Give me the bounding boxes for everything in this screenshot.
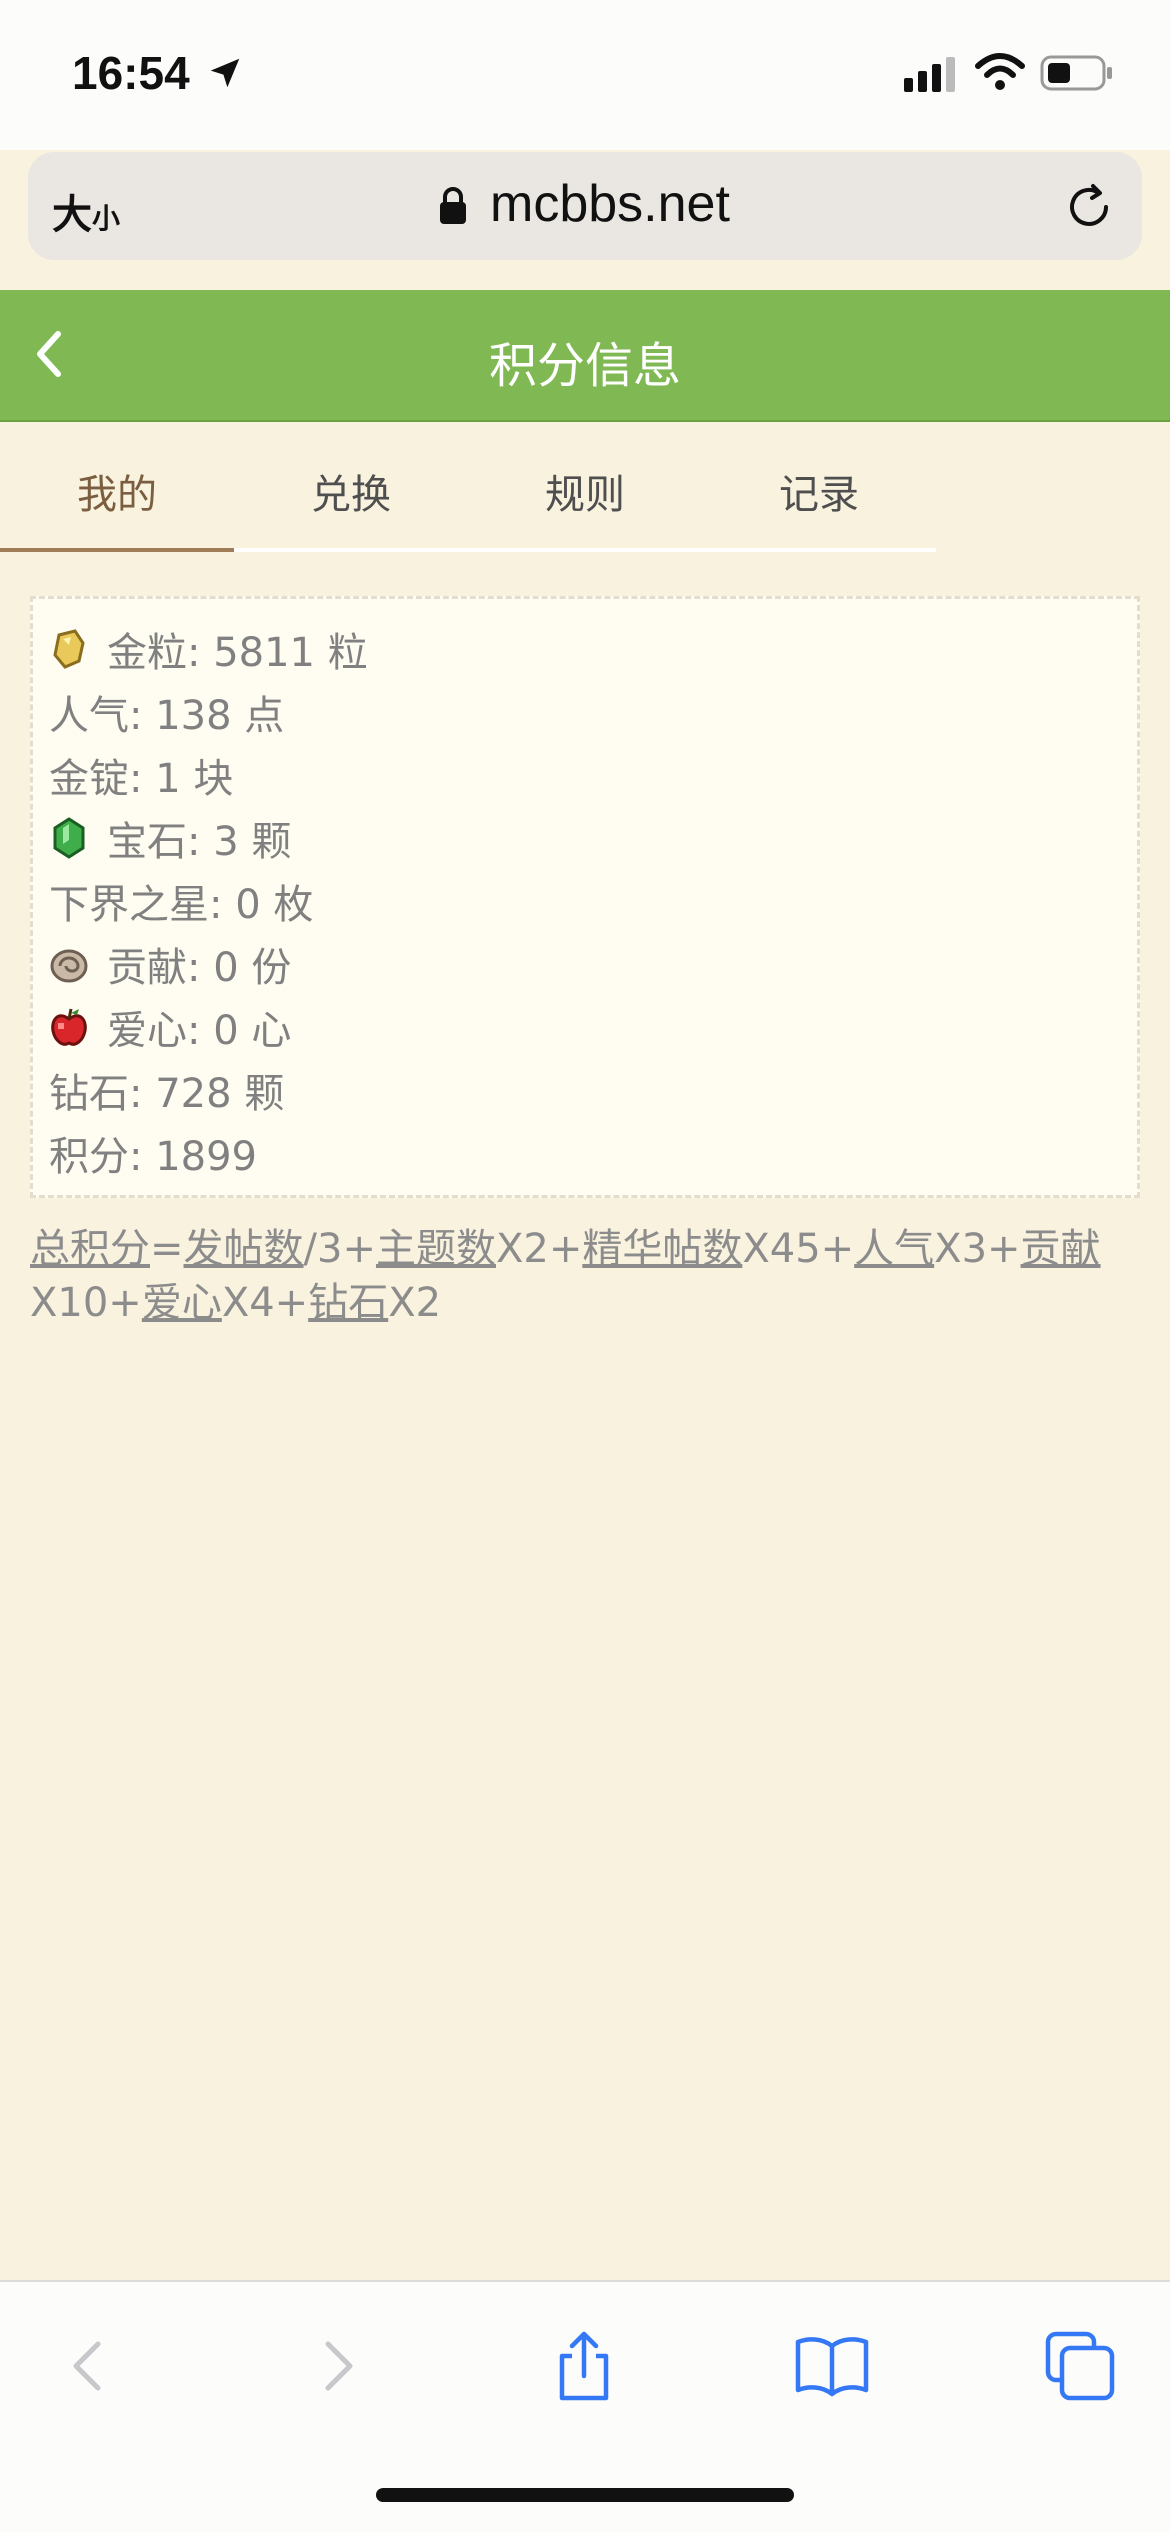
formula-text: X2 xyxy=(388,1280,442,1326)
stat-love: 爱心: 0 心 xyxy=(49,999,291,1055)
link-love[interactable]: 爱心 xyxy=(142,1280,222,1326)
stat-contribution: 贡献: 0 份 xyxy=(49,936,291,992)
tab-rules[interactable]: 规则 xyxy=(468,462,702,520)
bookmarks-icon[interactable] xyxy=(792,2326,872,2406)
gold-nugget-icon xyxy=(53,629,85,669)
formula-text: X3+ xyxy=(934,1226,1021,1272)
emerald-icon xyxy=(53,817,85,859)
stat-label: 宝石: 3 颗 xyxy=(107,819,292,865)
tab-records[interactable]: 记录 xyxy=(702,462,936,520)
status-time: 16:54 xyxy=(72,47,190,99)
url-text[interactable]: mcbbs.net xyxy=(490,174,730,234)
stat-label: 金锭: 1 块 xyxy=(49,756,234,802)
link-posts[interactable]: 发帖数 xyxy=(184,1226,304,1272)
credits-panel: 金粒: 5811 粒 人气: 138 点 金锭: 1 块 宝石: 3 颗 下界之… xyxy=(30,596,1140,1198)
text-size-big: 大 xyxy=(52,192,92,238)
stat-label: 钻石: 728 颗 xyxy=(49,1071,285,1117)
formula-text: X2+ xyxy=(495,1226,583,1272)
battery-icon xyxy=(1040,55,1112,91)
tab-active-indicator xyxy=(0,548,234,552)
page-title: 积分信息 xyxy=(488,338,681,394)
share-icon[interactable] xyxy=(544,2326,624,2406)
link-diamond[interactable]: 钻石 xyxy=(308,1280,388,1326)
location-arrow-icon xyxy=(210,58,240,88)
forward-arrow-icon[interactable] xyxy=(298,2326,378,2406)
formula-text: X45+ xyxy=(742,1226,855,1272)
tabs-icon[interactable] xyxy=(1040,2326,1120,2406)
stat-gold-ingot: 金锭: 1 块 xyxy=(49,747,233,803)
stat-gold-nugget: 金粒: 5811 粒 xyxy=(49,621,368,677)
formula-text: X4+ xyxy=(221,1280,309,1326)
apple-icon xyxy=(51,1008,87,1046)
text-size-small: 小 xyxy=(92,202,121,235)
credits-formula: 总积分=发帖数/3+主题数X2+精华帖数X45+人气X3+贡献 X10+爱心X4+… xyxy=(30,1222,1140,1330)
link-threads[interactable]: 主题数 xyxy=(376,1226,496,1272)
link-popularity[interactable]: 人气 xyxy=(854,1226,934,1272)
formula-text: /3+ xyxy=(303,1226,376,1272)
stat-label: 金粒: 5811 粒 xyxy=(107,630,368,676)
stat-label: 人气: 138 点 xyxy=(49,693,285,739)
text-size-button[interactable]: 大小 xyxy=(52,182,120,240)
tab-mine[interactable]: 我的 xyxy=(0,462,234,520)
stat-label: 积分: 1899 xyxy=(49,1134,257,1180)
stat-nether-star: 下界之星: 0 枚 xyxy=(49,873,313,929)
stat-label: 贡献: 0 份 xyxy=(107,945,292,991)
link-digest-posts[interactable]: 精华帖数 xyxy=(582,1226,742,1272)
link-total-credits[interactable]: 总积分 xyxy=(30,1226,150,1272)
lock-icon xyxy=(440,187,466,224)
nautilus-shell-icon xyxy=(50,949,88,983)
stat-label: 爱心: 0 心 xyxy=(107,1008,292,1054)
address-bar[interactable]: 大小 mcbbs.net xyxy=(28,152,1142,260)
formula-text: = xyxy=(150,1226,184,1272)
tab-bar: 我的 兑换 规则 记录 xyxy=(0,422,1170,552)
back-arrow-icon[interactable] xyxy=(48,2326,128,2406)
link-contribution[interactable]: 贡献 xyxy=(1021,1226,1101,1272)
wifi-icon xyxy=(975,53,1025,90)
stat-credits: 积分: 1899 xyxy=(49,1125,257,1181)
reload-icon[interactable] xyxy=(1062,180,1116,234)
formula-text: X10+ xyxy=(30,1280,142,1326)
cellular-signal-icon xyxy=(904,57,955,92)
home-indicator[interactable] xyxy=(376,2488,794,2502)
status-bar: 16:54 xyxy=(0,0,1170,150)
page-header: 积分信息 xyxy=(0,290,1170,422)
stat-popularity: 人气: 138 点 xyxy=(49,684,284,740)
stat-gem: 宝石: 3 颗 xyxy=(49,810,291,866)
tab-exchange[interactable]: 兑换 xyxy=(234,462,468,520)
stat-label: 下界之星: 0 枚 xyxy=(49,882,314,928)
stat-diamond: 钻石: 728 颗 xyxy=(49,1062,284,1118)
